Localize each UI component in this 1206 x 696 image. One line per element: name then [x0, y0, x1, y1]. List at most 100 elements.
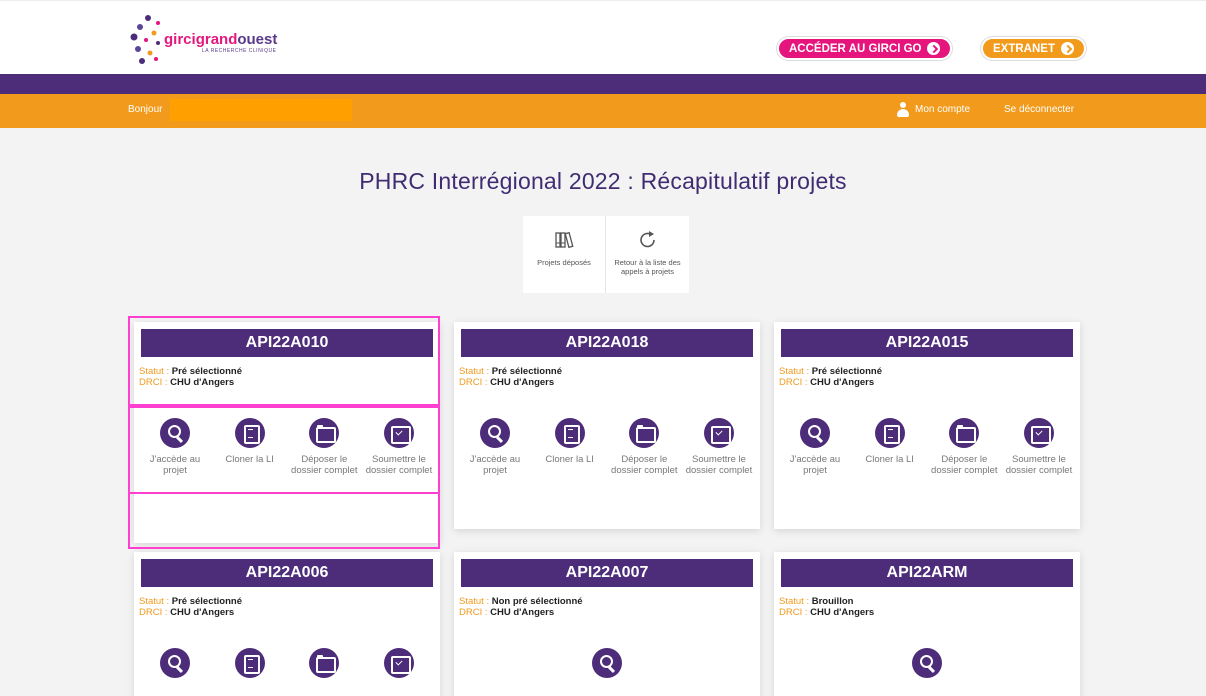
project-actions	[454, 618, 760, 678]
highlight-box-footer	[128, 492, 440, 549]
project-id: API22A007	[461, 559, 753, 587]
my-account-link[interactable]: Mon compte	[915, 104, 970, 115]
logo-wordmark: gircigrandouest	[164, 31, 278, 48]
search-icon	[912, 648, 942, 678]
status-label: Statut :	[779, 366, 810, 377]
purple-band	[0, 74, 1206, 94]
status-label: Statut :	[779, 596, 810, 607]
girci-go-button[interactable]: ACCÉDER AU GIRCI GO	[777, 37, 953, 60]
project-actions	[134, 618, 440, 678]
project-card: API22ARM Statut : Brouillon DRCI : CHU d…	[774, 552, 1080, 696]
action-label: Déposer le dossier complet	[611, 454, 678, 476]
submitted-projects-label: Projets déposés	[537, 258, 591, 267]
folder-icon	[949, 418, 980, 448]
access-project-button[interactable]	[890, 648, 964, 678]
drci-value: CHU d'Angers	[170, 607, 235, 618]
project-id: API22A015	[781, 329, 1073, 357]
drci-value: CHU d'Angers	[490, 607, 555, 618]
project-info: Statut : Pré sélectionné DRCI : CHU d'An…	[134, 587, 440, 618]
access-project-button[interactable]: J'accède au projet	[778, 418, 852, 476]
redacted-username	[170, 99, 352, 121]
highlight-box-actions	[128, 406, 440, 494]
action-label: J'accède au projet	[469, 454, 521, 476]
status-value: Pré sélectionné	[171, 596, 242, 607]
folder-download-icon	[1023, 418, 1054, 448]
deposit-file-button[interactable]: Déposer le dossier complet	[927, 418, 1001, 476]
action-label: Soumettre le dossier complet	[685, 454, 753, 476]
page-title: PHRC Interrégional 2022 : Récapitulatif …	[359, 168, 847, 194]
project-card: API22A015 Statut : Pré sélectionné DRCI …	[774, 322, 1080, 529]
folder-icon	[629, 418, 660, 448]
document-icon	[554, 418, 585, 448]
clone-li-button[interactable]	[213, 648, 287, 678]
folder-icon	[309, 648, 340, 678]
project-id: API22A018	[461, 329, 753, 357]
drci-value: CHU d'Angers	[810, 607, 875, 618]
drci-value: CHU d'Angers	[810, 377, 875, 388]
project-info: Statut : Pré sélectionné DRCI : CHU d'An…	[774, 357, 1080, 388]
deposit-file-button[interactable]: Déposer le dossier complet	[607, 418, 681, 476]
submit-file-button[interactable]	[362, 648, 436, 678]
extranet-button[interactable]: EXTRANET	[981, 37, 1086, 60]
search-icon	[800, 418, 830, 448]
status-label: Statut :	[459, 366, 490, 377]
refresh-icon	[639, 231, 655, 248]
document-icon	[234, 648, 265, 678]
status-label: Statut :	[139, 596, 170, 607]
project-card: API22A018 Statut : Pré sélectionné DRCI …	[454, 322, 760, 529]
project-info: Statut : Brouillon DRCI : CHU d'Angers	[774, 587, 1080, 618]
project-actions	[774, 618, 1080, 678]
user-icon	[897, 102, 909, 118]
project-id: API22ARM	[781, 559, 1073, 587]
project-info: Statut : Non pré sélectionné DRCI : CHU …	[454, 587, 760, 618]
clone-li-button[interactable]: Cloner la LI	[853, 418, 927, 476]
drci-label: DRCI :	[779, 607, 808, 618]
access-project-button[interactable]	[570, 648, 644, 678]
drci-value: CHU d'Angers	[490, 377, 555, 388]
drci-label: DRCI :	[139, 607, 168, 618]
girci-logo[interactable]: gircigrandouest LA RECHERCHE CLINIQUE	[128, 13, 298, 67]
folder-download-icon	[703, 418, 734, 448]
drci-label: DRCI :	[459, 607, 488, 618]
search-icon	[592, 648, 622, 678]
logo-dots-icon	[130, 15, 160, 64]
search-icon	[480, 418, 510, 448]
highlight-box-card-header	[128, 316, 440, 406]
project-card: API22A006 Statut : Pré sélectionné DRCI …	[134, 552, 440, 696]
action-label: Soumettre le dossier complet	[1005, 454, 1073, 476]
arrow-right-icon	[1060, 42, 1074, 55]
status-value: Pré sélectionné	[491, 366, 562, 377]
access-project-button[interactable]	[138, 648, 212, 678]
tools-panel: Projets déposés Retour à la liste des ap…	[523, 216, 689, 293]
deposit-file-button[interactable]	[287, 648, 361, 678]
action-label: J'accède au projet	[789, 454, 841, 476]
action-label: Cloner la LI	[545, 454, 594, 465]
action-label: Déposer le dossier complet	[931, 454, 998, 476]
back-to-calls-button[interactable]: Retour à la liste des appels à projets	[606, 216, 689, 293]
action-label: Cloner la LI	[865, 454, 914, 465]
project-card: API22A007 Statut : Non pré sélectionné D…	[454, 552, 760, 696]
search-icon	[160, 648, 190, 678]
greeting-text: Bonjour	[128, 104, 163, 115]
status-value: Brouillon	[811, 596, 854, 607]
submitted-projects-button[interactable]: Projets déposés	[523, 216, 606, 293]
project-actions: J'accède au projet Cloner la LI Déposer …	[774, 388, 1080, 476]
folder-download-icon	[383, 648, 414, 678]
status-label: Statut :	[459, 596, 490, 607]
status-value: Non pré sélectionné	[491, 596, 583, 607]
drci-label: DRCI :	[779, 377, 808, 388]
project-actions: J'accède au projet Cloner la LI Déposer …	[454, 388, 760, 476]
project-id: API22A006	[141, 559, 433, 587]
binders-icon	[555, 231, 574, 249]
project-info: Statut : Pré sélectionné DRCI : CHU d'An…	[454, 357, 760, 388]
access-project-button[interactable]: J'accède au projet	[458, 418, 532, 476]
logo-tagline: LA RECHERCHE CLINIQUE	[202, 48, 277, 54]
clone-li-button[interactable]: Cloner la LI	[533, 418, 607, 476]
drci-label: DRCI :	[459, 377, 488, 388]
submit-file-button[interactable]: Soumettre le dossier complet	[682, 418, 756, 476]
status-value: Pré sélectionné	[811, 366, 882, 377]
logout-link[interactable]: Se déconnecter	[1004, 104, 1074, 115]
site-header: gircigrandouest LA RECHERCHE CLINIQUE AC…	[0, 0, 1206, 74]
document-icon	[874, 418, 905, 448]
submit-file-button[interactable]: Soumettre le dossier complet	[1002, 418, 1076, 476]
